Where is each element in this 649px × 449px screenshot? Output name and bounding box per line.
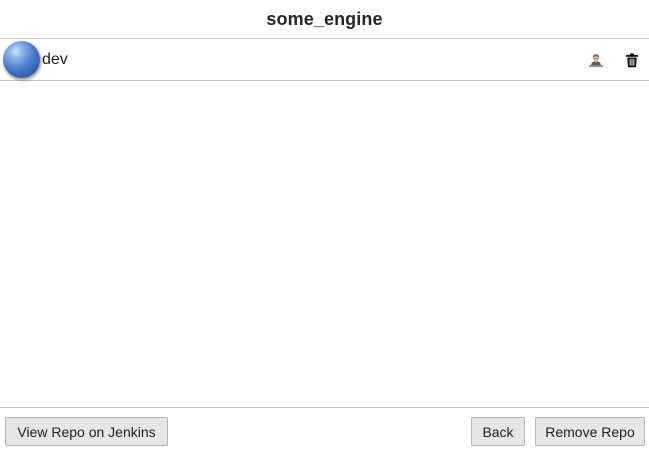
trash-icon[interactable] bbox=[623, 51, 641, 69]
app-window: some_engine dev View Repo on Jenkins Bac… bbox=[0, 0, 649, 449]
button-bar: View Repo on Jenkins Back Remove Repo bbox=[0, 407, 649, 449]
back-button[interactable]: Back bbox=[471, 417, 525, 446]
person-icon[interactable] bbox=[587, 51, 605, 69]
blue-ball-icon bbox=[3, 41, 40, 78]
list-item[interactable]: dev bbox=[0, 39, 649, 81]
view-repo-on-jenkins-button[interactable]: View Repo on Jenkins bbox=[5, 417, 168, 446]
list-item-label: dev bbox=[42, 51, 68, 68]
remove-repo-button[interactable]: Remove Repo bbox=[535, 417, 645, 446]
branch-list: dev bbox=[0, 39, 649, 407]
title-bar: some_engine bbox=[0, 0, 649, 39]
page-title: some_engine bbox=[266, 8, 383, 29]
